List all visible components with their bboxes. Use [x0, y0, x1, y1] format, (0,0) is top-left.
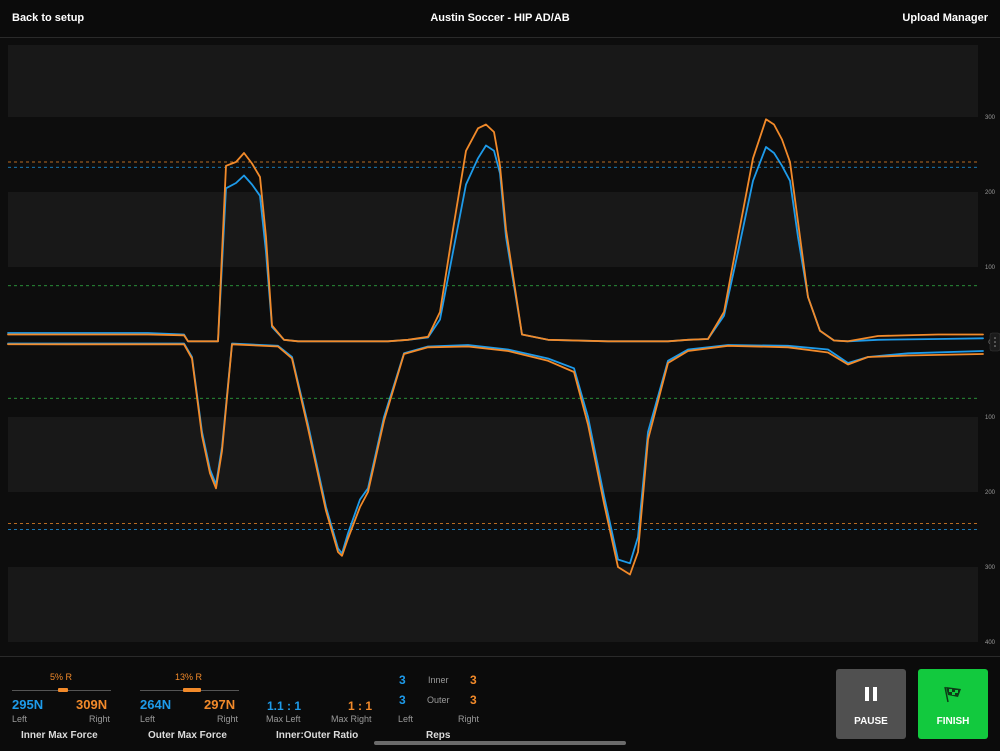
y-tick-label: 200: [985, 190, 996, 196]
y-tick-label: 400: [985, 640, 996, 646]
ratio-title: Inner:Outer Ratio: [276, 730, 359, 741]
y-tick-label: 100: [985, 265, 996, 271]
inner-right-label: Right: [89, 714, 111, 724]
finish-button[interactable]: FINISH: [918, 669, 988, 739]
grid-band: [8, 567, 978, 642]
stats-bar: 5% R 295N 309N Left Right Inner Max Forc…: [0, 656, 1000, 751]
y-tick-label: 100: [985, 415, 996, 421]
inner-left-force: 295N: [12, 697, 44, 712]
ratio-max-left: 1.1 : 1: [267, 699, 302, 713]
pause-button[interactable]: PAUSE: [836, 669, 906, 739]
outer-diff-marker: [183, 688, 202, 692]
ratio-max-left-label: Max Left: [266, 714, 301, 724]
grid-band: [8, 417, 978, 492]
reps-outer-left: 3: [399, 693, 406, 707]
page-title: Austin Soccer - HIP AD/AB: [430, 12, 570, 24]
reps-left-label: Left: [398, 714, 414, 724]
reps-title: Reps: [426, 730, 451, 741]
reps-inner-left: 3: [399, 673, 406, 687]
grid-band: [8, 45, 978, 117]
reps-inner-right: 3: [470, 673, 477, 687]
back-to-setup-button[interactable]: Back to setup: [12, 12, 84, 24]
finish-label: FINISH: [936, 716, 970, 727]
reps-inner-label: Inner: [428, 675, 449, 685]
home-indicator[interactable]: [374, 741, 626, 745]
grid-band: [8, 192, 978, 267]
reps-outer-right: 3: [470, 693, 477, 707]
reps-right-label: Right: [458, 714, 480, 724]
force-chart-area: 3002001000100200300400: [0, 38, 1000, 655]
inner-right-force: 309N: [76, 697, 108, 712]
inner-diff-percent: 5% R: [50, 672, 73, 682]
inner-left-label: Left: [12, 714, 28, 724]
reps-outer-label: Outer: [427, 695, 450, 705]
ratio-max-right: 1 : 1: [348, 699, 373, 713]
outer-left-label: Left: [140, 714, 156, 724]
zoom-handle[interactable]: [989, 332, 1000, 352]
outer-diff-percent: 13% R: [175, 672, 203, 682]
upload-manager-button[interactable]: Upload Manager: [902, 12, 988, 24]
y-tick-label: 200: [985, 490, 996, 496]
outer-right-force: 297N: [204, 697, 236, 712]
outer-left-force: 264N: [140, 697, 172, 712]
inner-max-force-title: Inner Max Force: [21, 730, 98, 741]
ratio-max-right-label: Max Right: [331, 714, 372, 724]
pause-icon: [836, 685, 906, 703]
y-tick-label: 300: [985, 565, 996, 571]
force-chart: 3002001000100200300400: [7, 45, 1000, 646]
outer-right-label: Right: [217, 714, 239, 724]
outer-max-force-title: Outer Max Force: [148, 730, 227, 741]
checkered-flag-icon: [918, 685, 988, 703]
pause-label: PAUSE: [854, 716, 888, 727]
top-bar: Back to setup Austin Soccer - HIP AD/AB …: [0, 0, 1000, 38]
y-tick-label: 300: [985, 115, 996, 121]
inner-diff-marker: [57, 688, 68, 692]
